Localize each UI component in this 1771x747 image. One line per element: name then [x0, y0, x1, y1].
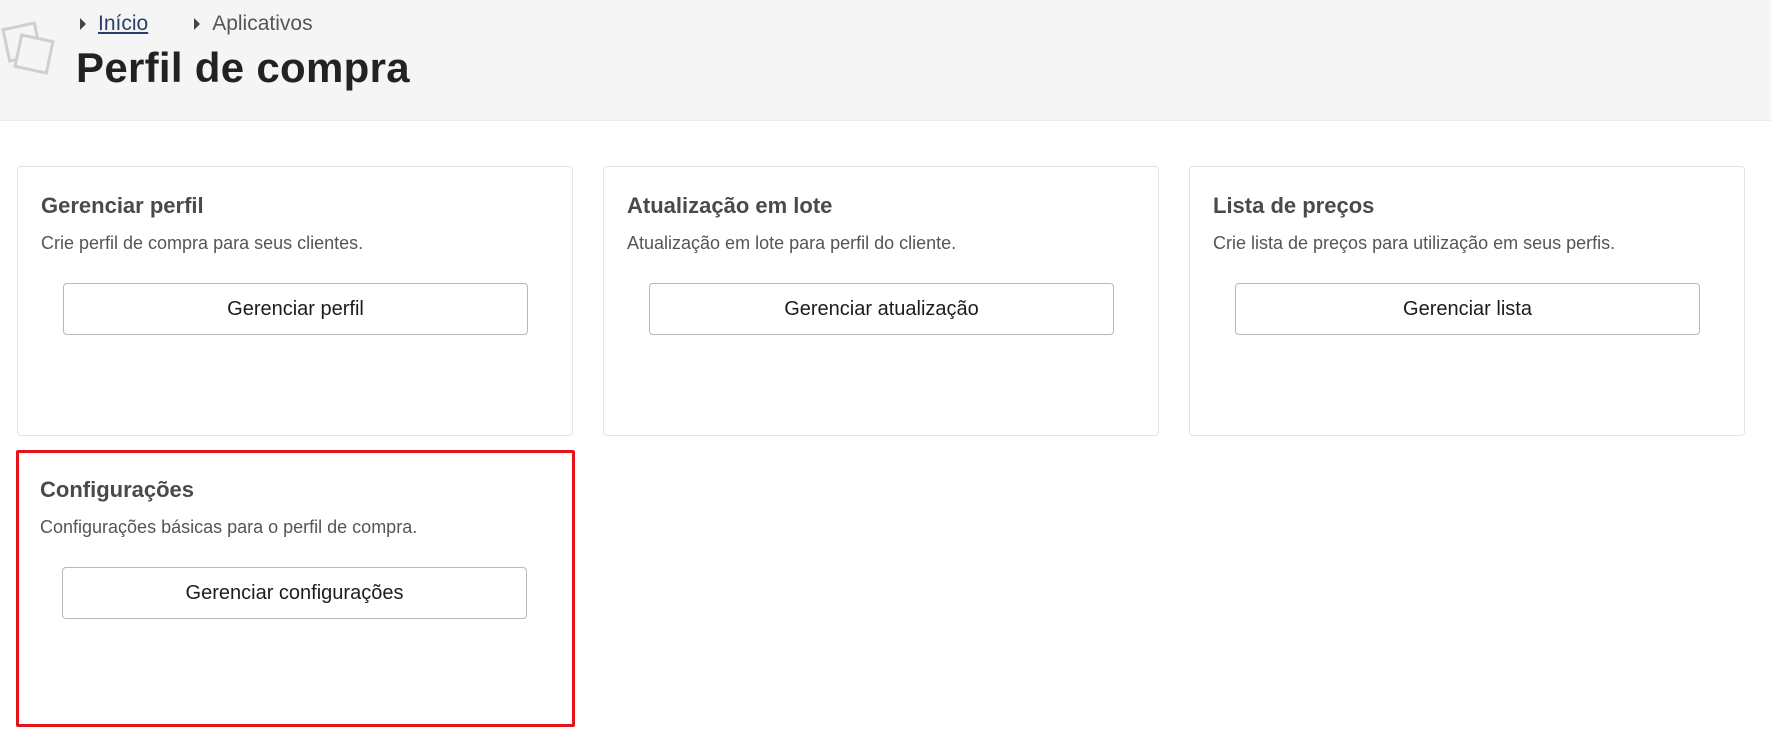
card-atualizacao-em-lote: Atualização em lote Atualização em lote …	[603, 166, 1159, 436]
card-description: Configurações básicas para o perfil de c…	[40, 517, 418, 537]
caret-right-icon	[80, 18, 86, 30]
breadcrumb: Início Aplicativos	[80, 10, 359, 38]
card-title: Gerenciar perfil	[41, 193, 204, 218]
breadcrumb-item-home: Início	[80, 12, 148, 36]
card-title: Atualização em lote	[627, 193, 833, 218]
manage-update-button[interactable]: Gerenciar atualização	[649, 283, 1114, 335]
app-logo-icon	[1, 21, 55, 75]
manage-price-list-button[interactable]: Gerenciar lista	[1235, 283, 1700, 335]
card-lista-de-precos: Lista de preços Crie lista de preços par…	[1189, 166, 1745, 436]
card-title: Lista de preços	[1213, 193, 1375, 218]
page-title: Perfil de compra	[76, 44, 410, 91]
card-description: Crie perfil de compra para seus clientes…	[41, 233, 364, 253]
card-title: Configurações	[40, 477, 195, 502]
breadcrumb-home-link[interactable]: Início	[98, 12, 148, 36]
breadcrumb-item-apps: Aplicativos	[194, 12, 313, 36]
card-description: Atualização em lote para perfil do clien…	[627, 233, 957, 253]
page-header: Início Aplicativos Perfil de compra	[0, 0, 1771, 121]
card-description: Crie lista de preços para utilização em …	[1213, 233, 1616, 253]
caret-right-icon	[194, 18, 201, 30]
breadcrumb-apps-label: Aplicativos	[212, 12, 313, 35]
card-gerenciar-perfil: Gerenciar perfil Crie perfil de compra p…	[17, 166, 573, 436]
manage-profile-button[interactable]: Gerenciar perfil	[63, 283, 528, 335]
manage-settings-button[interactable]: Gerenciar configurações	[62, 567, 527, 619]
card-configuracoes: Configurações Configurações básicas para…	[16, 450, 575, 727]
